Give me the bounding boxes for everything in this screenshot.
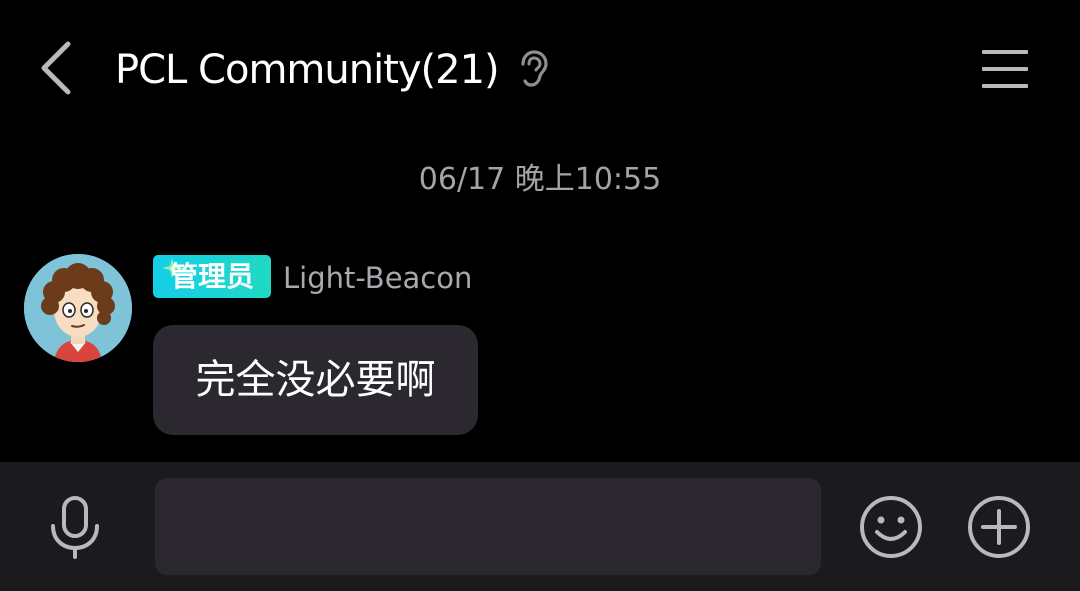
ear-icon[interactable] <box>516 50 550 88</box>
avatar[interactable] <box>24 254 132 362</box>
back-button[interactable] <box>30 36 86 100</box>
plus-circle-icon <box>968 496 1030 558</box>
chevron-left-icon <box>41 41 71 95</box>
hamburger-menu-icon <box>982 50 1028 88</box>
emoji-button[interactable] <box>858 494 924 560</box>
chat-screen: PCL Community(21) 06/17 晚上10:55 管理员 Ligh… <box>0 0 1080 591</box>
role-badge: 管理员 <box>153 255 271 298</box>
message-bubble[interactable]: 完全没必要啊 <box>153 325 478 435</box>
message-timestamp: 06/17 晚上10:55 <box>418 162 662 197</box>
cartoon-avatar <box>24 254 132 362</box>
chat-title: PCL Community(21) <box>115 47 500 93</box>
voice-input-button[interactable] <box>44 494 106 560</box>
microphone-icon <box>51 496 99 559</box>
menu-button[interactable] <box>976 44 1034 94</box>
smiley-icon <box>860 496 922 558</box>
message-input[interactable] <box>155 478 821 575</box>
add-attachment-button[interactable] <box>966 494 1032 560</box>
role-badge-label: 管理员 <box>169 260 254 293</box>
sender-name[interactable]: Light-Beacon <box>283 258 472 298</box>
